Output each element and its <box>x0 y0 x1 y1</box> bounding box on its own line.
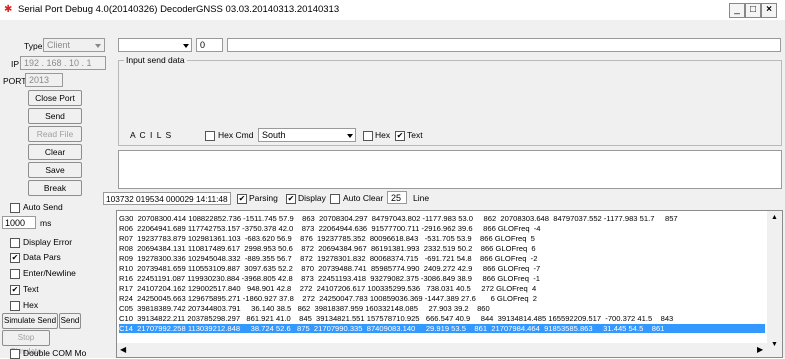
interval-input[interactable]: 1000 <box>2 216 36 229</box>
number-input[interactable]: 0 <box>196 38 223 52</box>
display-error-label: Display Error <box>23 237 73 247</box>
port-label: PORT <box>3 76 27 86</box>
auto-clear-value: 25 <box>391 193 402 203</box>
timestamp-value: 103732 019534 000029 14:11:48 <box>106 194 228 204</box>
log-line[interactable]: R10 20739481.659 110553109.887 3097.635 … <box>119 264 765 273</box>
chevron-down-icon <box>347 134 353 138</box>
data-pars-checkbox[interactable]: ✔ <box>10 253 20 263</box>
clear-button[interactable]: Clear <box>28 144 82 160</box>
line-label: Line <box>413 193 430 203</box>
auto-send-checkbox[interactable] <box>10 203 20 213</box>
scroll-left-icon[interactable]: ◀ <box>120 345 126 354</box>
simulate-send-short-button[interactable]: Send <box>59 313 81 329</box>
ip-field[interactable]: 192 . 168 . 10 . 1 <box>20 56 106 70</box>
scroll-down-icon[interactable]: ▼ <box>771 341 778 348</box>
text-checkbox[interactable]: ✔ <box>10 285 20 295</box>
auto-send-label: Auto Send <box>23 202 63 212</box>
log-line[interactable]: C14 21707992.258 113039212.848 38.724 52… <box>119 324 765 333</box>
send-data-textarea[interactable] <box>120 66 780 124</box>
scroll-up-icon[interactable]: ▲ <box>771 214 778 221</box>
app-icon: ✱ <box>4 4 13 15</box>
double-com-label: Double COM Mo <box>23 348 87 358</box>
chevron-down-icon <box>183 44 189 48</box>
horizontal-scrollbar[interactable]: ◀ ▶ <box>117 343 767 357</box>
close-button[interactable]: × <box>761 3 777 18</box>
type-select[interactable]: Client <box>43 38 105 52</box>
log-line[interactable]: G30 20708300.414 108822852.736 -1511.745… <box>119 214 765 223</box>
display-label: Display <box>298 193 326 203</box>
interval-value: 1000 <box>5 218 26 228</box>
display-checkbox[interactable]: ✔ <box>286 194 296 204</box>
parsing-checkbox[interactable]: ✔ <box>237 194 247 204</box>
hex-cmd-label: Hex Cmd <box>218 130 254 140</box>
simulate-send-button[interactable]: Simulate Send <box>2 313 58 329</box>
secondary-input[interactable] <box>118 150 782 189</box>
hex-label: Hex <box>23 300 39 310</box>
auto-clear-checkbox[interactable] <box>330 194 340 204</box>
port-value: 2013 <box>29 75 50 85</box>
number-value: 0 <box>200 40 206 50</box>
input-hex-checkbox[interactable] <box>363 131 373 141</box>
timestamp-field[interactable]: 103732 019534 000029 14:11:48 <box>103 192 231 205</box>
log-line[interactable]: R06 22064941.689 117742753.157 -3750.378… <box>119 224 765 233</box>
vertical-scrollbar[interactable]: ▲ ▼ <box>767 211 782 357</box>
minimize-button[interactable]: _ <box>729 3 745 18</box>
ip-value: 192 . 168 . 10 . 1 <box>24 58 92 68</box>
scroll-right-icon[interactable]: ▶ <box>757 345 763 354</box>
direction-value: South <box>262 130 286 140</box>
enter-newline-label: Enter/Newline <box>23 268 76 278</box>
ip-label: IP <box>11 59 20 69</box>
log-line[interactable]: R08 20694384.131 110817489.617 2998.953 … <box>119 244 765 253</box>
log-line[interactable]: R09 19278300.336 102945048.332 -889.355 … <box>119 254 765 263</box>
command-input[interactable] <box>227 38 781 52</box>
title-bar[interactable]: ✱ Serial Port Debug 4.0(20140326) Decode… <box>0 0 785 21</box>
hex-checkbox[interactable] <box>10 301 20 311</box>
input-hex-label: Hex <box>375 130 391 140</box>
read-file-button[interactable]: Read File <box>28 126 82 142</box>
type-value: Client <box>47 40 71 50</box>
display-error-checkbox[interactable] <box>10 238 20 248</box>
close-port-button[interactable]: Close Port <box>28 90 82 106</box>
input-text-checkbox[interactable]: ✔ <box>395 131 405 141</box>
text-label: Text <box>23 284 39 294</box>
acils-label: A C I L S <box>130 130 173 140</box>
auto-clear-label: Auto Clear <box>343 193 384 203</box>
send-button[interactable]: Send <box>28 108 82 124</box>
break-button[interactable]: Break <box>28 180 82 196</box>
log-line[interactable]: R24 24250045.663 129675895.271 -1860.927… <box>119 294 765 303</box>
hex-cmd-checkbox[interactable] <box>205 131 215 141</box>
direction-select[interactable]: South <box>258 128 356 142</box>
auto-clear-input[interactable]: 25 <box>387 191 407 204</box>
log-line[interactable]: C05 39818389.742 207344803.791 36.140 38… <box>119 304 765 313</box>
enter-newline-checkbox[interactable] <box>10 269 20 279</box>
type-label: Type <box>24 41 43 51</box>
stop-simulate-button[interactable]: Stop Simulate <box>2 330 50 356</box>
receive-log[interactable]: G30 20708300.414 108822852.736 -1511.745… <box>116 210 783 358</box>
input-send-data-label: Input send data <box>124 55 187 65</box>
log-line[interactable]: R17 24107204.162 129002517.840 948.901 4… <box>119 284 765 293</box>
window-title: Serial Port Debug 4.0(20140326) DecoderG… <box>18 4 340 15</box>
data-pars-label: Data Pars <box>23 252 61 262</box>
port-field[interactable]: 2013 <box>25 73 63 87</box>
log-line[interactable]: R07 19237783.879 102981361.103 -683.620 … <box>119 234 765 243</box>
chevron-down-icon <box>95 44 101 48</box>
port-select[interactable] <box>118 38 192 52</box>
save-button[interactable]: Save <box>28 162 82 178</box>
maximize-button[interactable]: □ <box>745 3 761 18</box>
log-line[interactable]: C10 39134822.211 203785298.297 861.921 4… <box>119 314 765 323</box>
input-text-label: Text <box>407 130 423 140</box>
interval-unit: ms <box>40 218 52 228</box>
log-line[interactable]: R16 22451191.087 119930230.884 -3968.805… <box>119 274 765 283</box>
parsing-label: Parsing <box>249 193 278 203</box>
